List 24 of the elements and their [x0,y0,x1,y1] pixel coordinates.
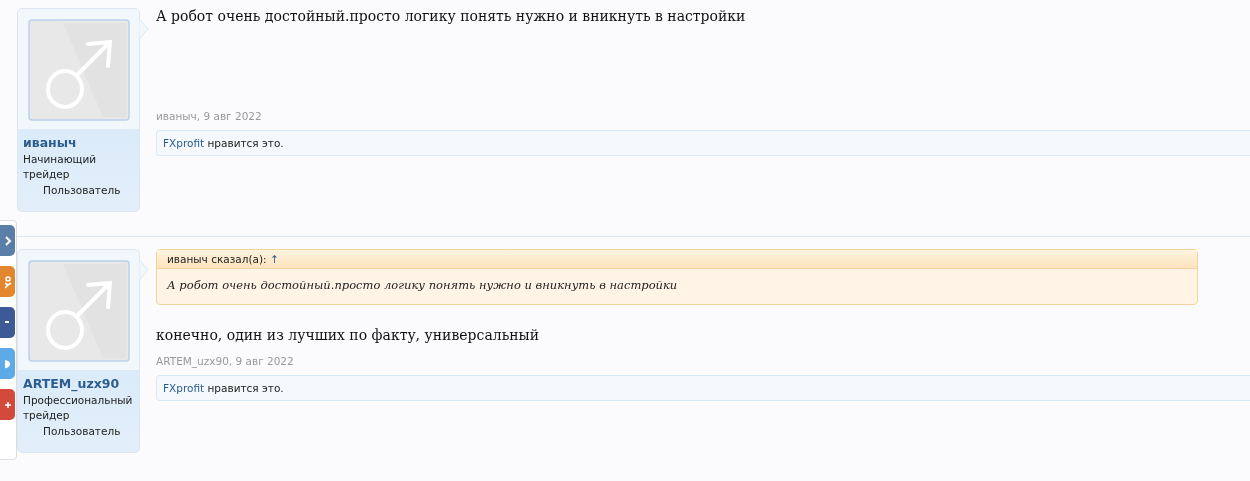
user-link[interactable]: FXprofit [163,382,205,394]
username[interactable]: иваныч [23,135,139,150]
avatar-male-icon [28,260,130,362]
user-role: Пользователь [43,425,122,437]
avatar-male-icon [28,19,130,121]
gplus-share-icon[interactable] [0,389,15,420]
quote-link[interactable]: ↑ [269,253,279,265]
user-role: Пользователь [43,184,122,196]
username[interactable]: ARTEM_uzx90 [23,376,139,391]
user-title: Начинающий трейдер [23,152,98,182]
quote-author: иваныч сказал(а): [167,253,267,265]
vk-share-icon[interactable] [0,225,15,256]
facebook-share-icon[interactable] [0,307,15,338]
likes-text: FXprofit нравится это. [163,382,284,394]
post-meta: ARTEM_uzx90, 9 авг 2022 [156,355,295,367]
user-title: Профессиональный трейдер [23,393,131,423]
twitter-share-icon[interactable] [0,348,15,379]
post-message: А робот очень достойный.просто логику понять нужно и вникнуть в настройки [156,8,747,26]
user-link[interactable]: FXprofit [163,137,205,149]
quote-text: А робот очень достойный.просто логику понять нужно и вникнуть в настройки [165,277,679,294]
post-message: конечно, один из лучших по факту, универсальный [156,327,541,343]
likes-text: FXprofit нравится это. [163,137,284,149]
post-meta: иваныч, 9 авг 2022 [156,110,263,122]
ok-share-icon[interactable] [0,266,15,297]
